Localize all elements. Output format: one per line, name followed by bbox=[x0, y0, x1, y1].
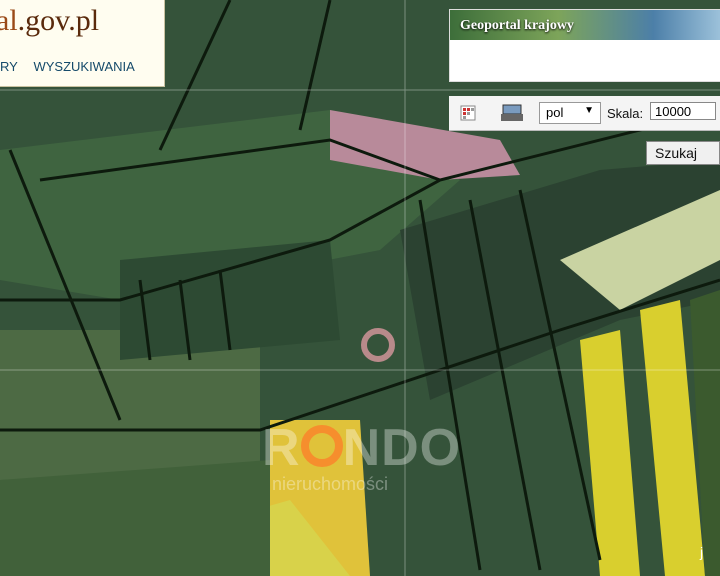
geoportal-logo-panel: al.gov.pl RY WYSZUKIWANIA bbox=[0, 0, 165, 87]
layers-icon[interactable] bbox=[501, 104, 523, 122]
logo-prefix: al bbox=[0, 4, 18, 37]
map-toolbar: pol ▼ Skala: bbox=[449, 96, 720, 131]
scale-label: Skala: bbox=[607, 106, 644, 121]
nav-item-partial[interactable]: RY bbox=[0, 59, 18, 74]
watermark-o-icon bbox=[300, 425, 343, 467]
search-button[interactable]: Szukaj bbox=[646, 141, 720, 165]
site-logo[interactable]: al.gov.pl bbox=[0, 4, 99, 38]
logo-suffix: .gov.pl bbox=[17, 4, 100, 37]
chevron-down-icon: ▼ bbox=[584, 105, 594, 116]
watermark-subtitle: nieruchomości bbox=[272, 474, 389, 494]
scale-input[interactable] bbox=[650, 102, 716, 120]
language-value: pol bbox=[546, 105, 564, 120]
language-select[interactable]: pol ▼ bbox=[539, 102, 601, 124]
grid-icon[interactable] bbox=[459, 104, 477, 122]
corner-marker: j bbox=[700, 544, 704, 560]
top-nav: RY WYSZUKIWANIA bbox=[0, 59, 147, 74]
nav-item-search[interactable]: WYSZUKIWANIA bbox=[33, 59, 134, 74]
rondo-watermark: R NDO bbox=[262, 418, 461, 478]
banner-title: Geoportal krajowy bbox=[460, 18, 574, 33]
geoportal-banner: Geoportal krajowy bbox=[449, 9, 720, 82]
watermark-brand-left: R bbox=[262, 419, 301, 477]
watermark-brand-right: NDO bbox=[342, 419, 462, 477]
